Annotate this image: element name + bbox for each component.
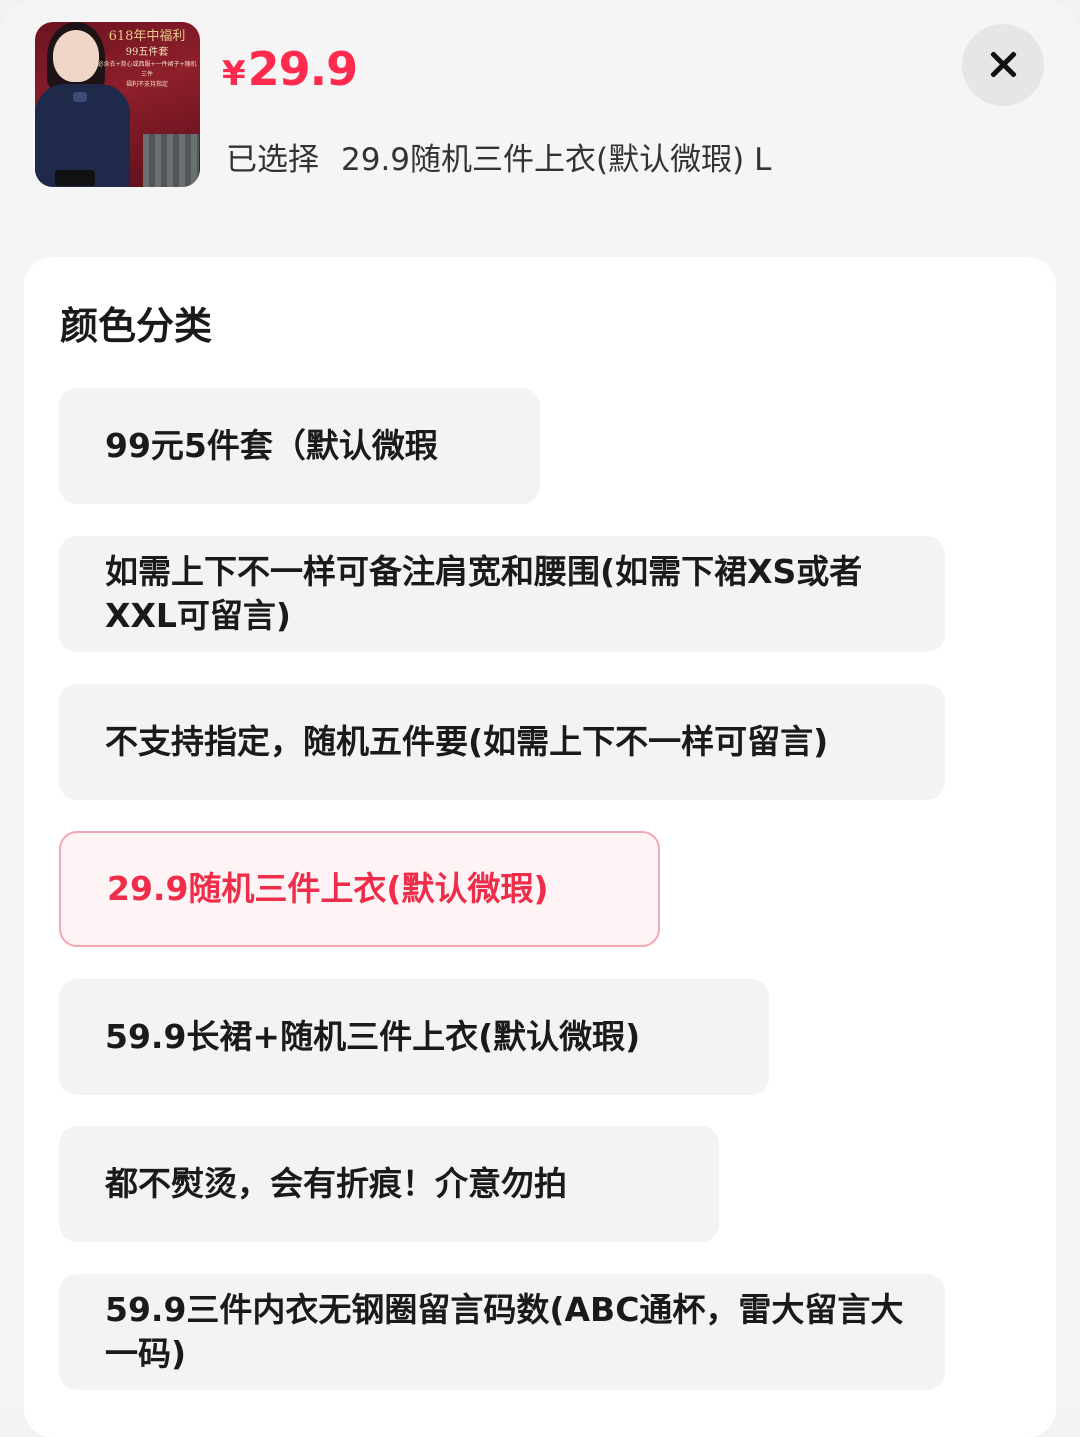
option-label: 59.9三件内衣无钢圈留言码数(ABC通杯，雷大留言大一码) [105,1290,904,1373]
price: ¥ 29.9 [222,42,358,102]
option-4[interactable]: 59.9长裙+随机三件上衣(默认微瑕) [59,979,769,1095]
model-bag [55,170,95,186]
option-3-selected[interactable]: 29.9随机三件上衣(默认微瑕) [59,831,660,947]
thumbnail-line2: 福利不支持指定 [125,81,168,88]
selected-value: 29.9随机三件上衣(默认微瑕) L [341,142,772,178]
option-label: 不支持指定，随机五件要(如需上下不一样可留言) [105,722,829,761]
selected-summary: 已选择 29.9随机三件上衣(默认微瑕) L [226,134,771,179]
model-face [53,30,99,82]
product-thumbnail[interactable]: 618年中福利 99五件套 必含衣+背心或西服+一件裙子+随机三件 福利不支持指… [35,22,200,187]
option-label: 29.9随机三件上衣(默认微瑕) [107,869,549,908]
selected-label: 已选择 [226,142,319,178]
model-bow-tie [73,92,87,102]
option-0[interactable]: 99元5件套（默认微瑕 [59,388,540,504]
option-5[interactable]: 都不熨烫，会有折痕！介意勿拍 [59,1126,719,1242]
thumbnail-line1: 必含衣+背心或西服+一件裙子+随机三件 [97,61,197,78]
price-amount: 29.9 [247,42,358,96]
option-label: 都不熨烫，会有折痕！介意勿拍 [105,1164,567,1203]
option-1[interactable]: 如需上下不一样可备注肩宽和腰围(如需下裙XS或者XXL可留言) [59,536,945,652]
option-2[interactable]: 不支持指定，随机五件要(如需上下不一样可留言) [59,684,945,800]
thumbnail-sub: 99五件套 [125,47,169,58]
section-title: 颜色分类 [60,304,213,348]
option-label: 59.9长裙+随机三件上衣(默认微瑕) [105,1017,641,1056]
thumbnail-title: 618年中福利 [108,29,186,44]
close-icon[interactable] [962,24,1044,106]
currency-symbol: ¥ [222,54,246,94]
option-6[interactable]: 59.9三件内衣无钢圈留言码数(ABC通杯，雷大留言大一码) [59,1274,945,1390]
thumbnail-banner: 618年中福利 99五件套 必含衣+背心或西服+一件裙子+随机三件 福利不支持指… [95,28,199,90]
option-label: 99元5件套（默认微瑕 [105,426,438,465]
option-label: 如需上下不一样可备注肩宽和腰围(如需下裙XS或者XXL可留言) [105,552,863,635]
skirt-swatch [143,134,199,187]
sku-sheet: 618年中福利 99五件套 必含衣+背心或西服+一件裙子+随机三件 福利不支持指… [0,0,1080,1437]
